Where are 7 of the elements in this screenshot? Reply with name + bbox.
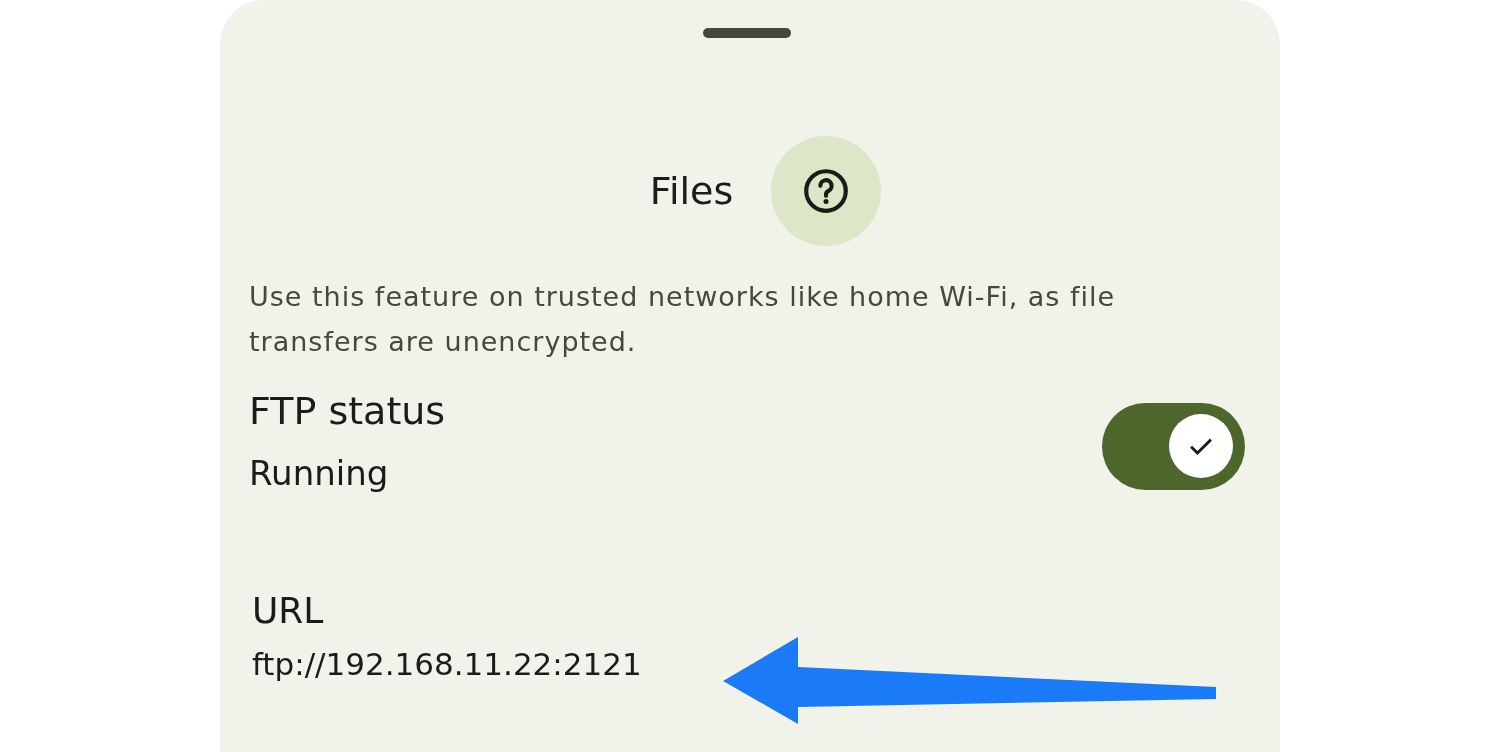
setting-label: FTP status bbox=[249, 388, 446, 435]
setting-value: ftp://192.168.11.22:2121 bbox=[252, 645, 642, 684]
setting-label: URL bbox=[252, 589, 325, 633]
drag-handle[interactable] bbox=[703, 28, 791, 38]
sheet-title: Files bbox=[649, 169, 734, 213]
setting-value: Running bbox=[249, 452, 390, 495]
description-text: Use this feature on trusted networks like home Wi-Fi, as file transfers are unencrypted. bbox=[249, 280, 1117, 359]
